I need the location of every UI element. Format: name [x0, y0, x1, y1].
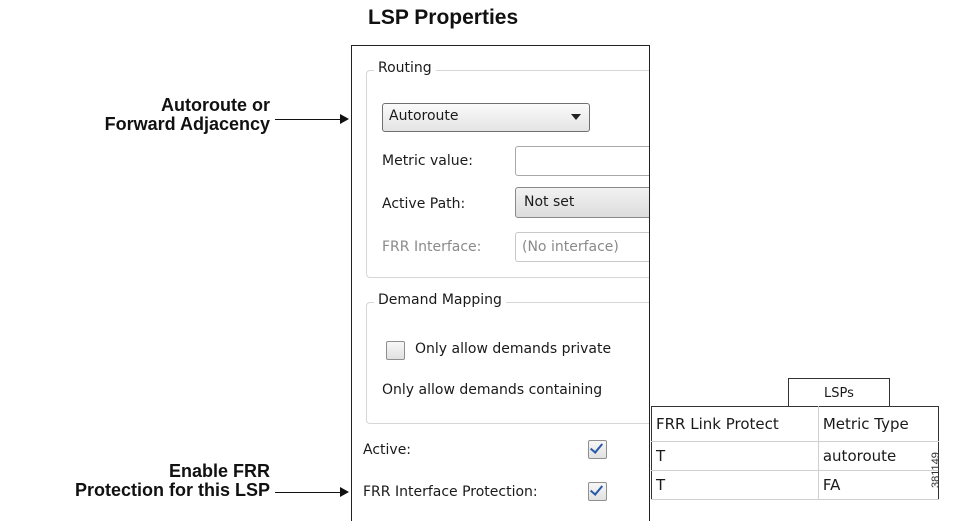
- table-row[interactable]: T FA: [651, 470, 939, 500]
- table-row[interactable]: T autoroute: [651, 441, 939, 471]
- autoroute-callout: Autoroute or Forward Adjacency: [105, 96, 270, 134]
- frr-arrow-icon: [275, 487, 349, 497]
- lsp-properties-panel: Routing Autoroute Metric value: Active P…: [351, 45, 650, 521]
- table-cell: T: [651, 441, 819, 471]
- active-checkbox[interactable]: [588, 440, 607, 459]
- chevron-down-icon: [571, 114, 581, 120]
- active-label: Active:: [363, 442, 412, 458]
- table-cell: T: [651, 470, 819, 500]
- frr-callout-line2: Protection for this LSP: [74, 480, 270, 500]
- lsps-table: FRR Link Protect Metric Type T autoroute…: [651, 406, 939, 500]
- autoroute-select[interactable]: Autoroute: [382, 103, 590, 132]
- page-title: LSP Properties: [368, 6, 519, 29]
- table-cell: autoroute: [818, 441, 939, 471]
- active-path-label: Active Path:: [382, 196, 466, 212]
- tab-lsps[interactable]: LSPs: [788, 378, 890, 407]
- metric-value-input[interactable]: [515, 146, 649, 176]
- autoroute-arrow-icon: [275, 114, 349, 124]
- demand-mapping-group-label: Demand Mapping: [374, 292, 506, 308]
- routing-group-label: Routing: [374, 60, 436, 76]
- figure-id: 381149: [930, 452, 942, 488]
- private-demands-label: Only allow demands private: [415, 341, 612, 357]
- frr-interface-protection-checkbox[interactable]: [588, 482, 607, 501]
- active-path-select[interactable]: Not set: [515, 187, 649, 218]
- autoroute-select-value: Autoroute: [389, 108, 459, 124]
- autoroute-callout-line1: Autoroute or: [161, 95, 270, 115]
- containing-demands-label: Only allow demands containing: [382, 382, 603, 398]
- table-cell: FA: [818, 470, 939, 500]
- column-header-metric-type[interactable]: Metric Type: [818, 406, 939, 442]
- autoroute-callout-line2: Forward Adjacency: [104, 114, 270, 134]
- demand-mapping-group: [366, 302, 649, 424]
- frr-interface-value: (No interface): [522, 239, 619, 255]
- private-demands-checkbox[interactable]: [386, 341, 405, 360]
- frr-interface-protection-label: FRR Interface Protection:: [363, 484, 538, 500]
- frr-interface-select: (No interface): [515, 232, 649, 262]
- metric-value-label: Metric value:: [382, 153, 473, 169]
- frr-callout: Enable FRR Protection for this LSP: [75, 462, 270, 500]
- frr-callout-line1: Enable FRR: [168, 461, 270, 481]
- frr-interface-label: FRR Interface:: [382, 239, 482, 255]
- column-header-frr-link-protect[interactable]: FRR Link Protect: [651, 406, 819, 442]
- active-path-value: Not set: [524, 194, 575, 210]
